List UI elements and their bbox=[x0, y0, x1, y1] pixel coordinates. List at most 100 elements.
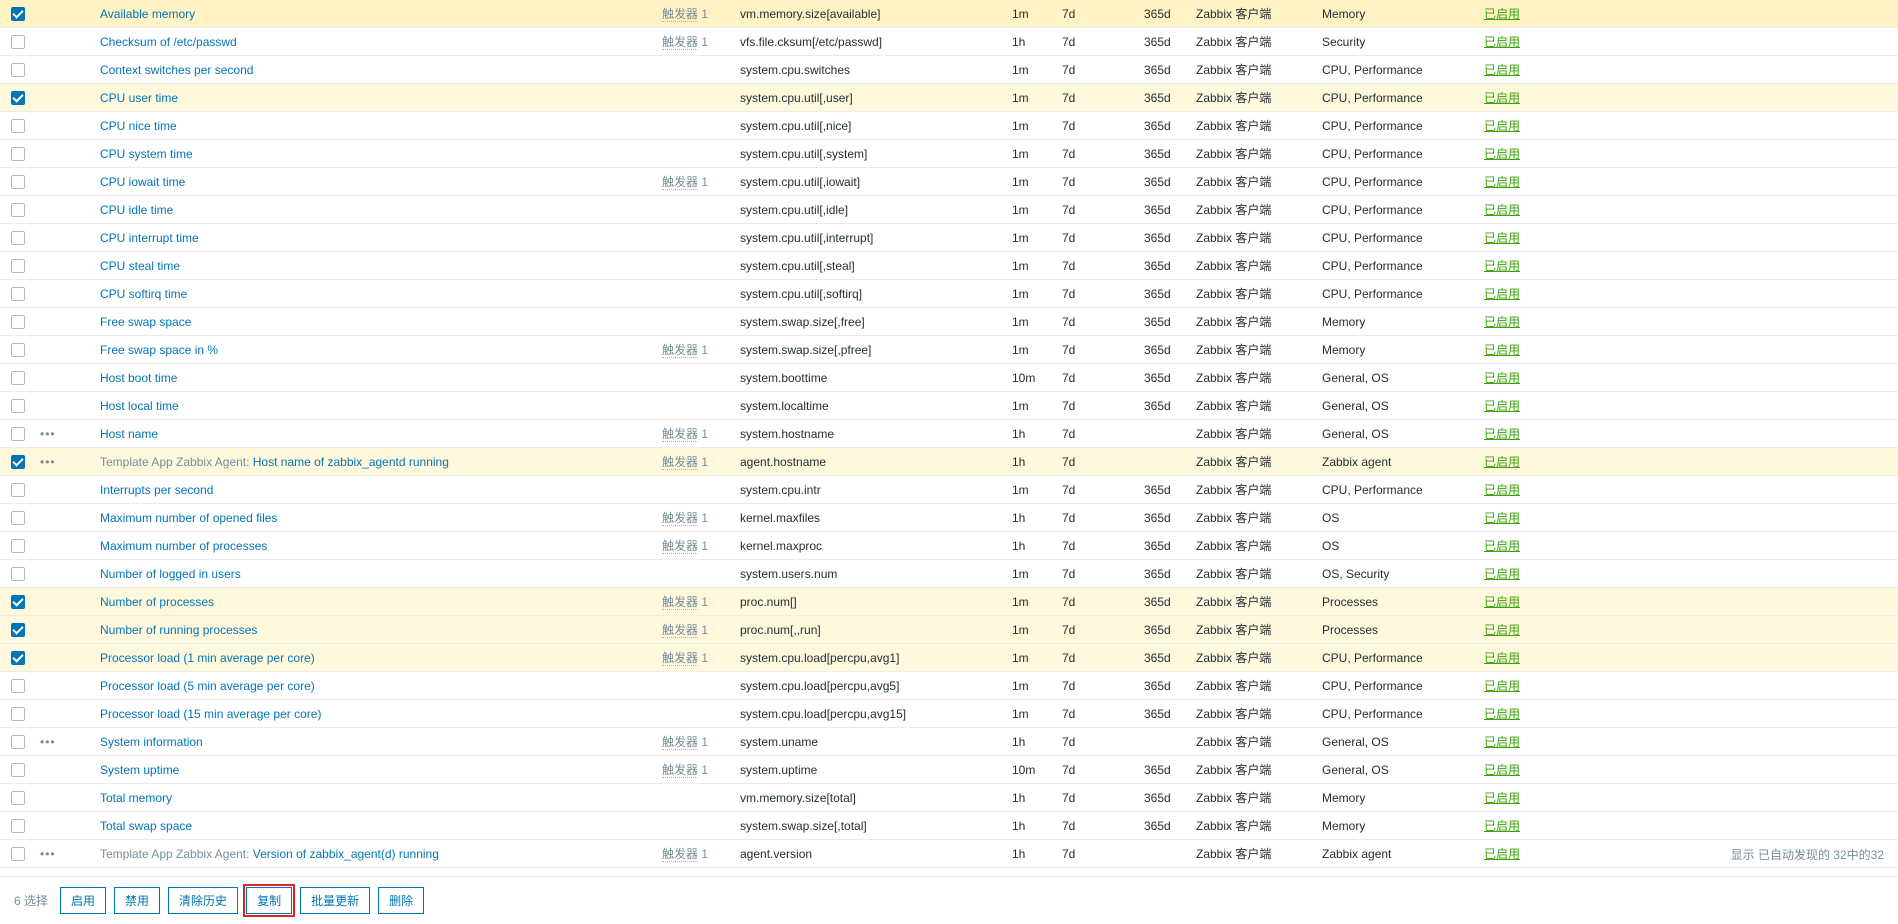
item-name-link[interactable]: Maximum number of opened files bbox=[100, 511, 277, 525]
status-link[interactable]: 已启用 bbox=[1484, 455, 1520, 469]
item-name-link[interactable]: Host name of zabbix_agentd running bbox=[253, 455, 449, 469]
row-checkbox[interactable] bbox=[11, 679, 25, 693]
wizard-icon[interactable]: ••• bbox=[40, 427, 56, 441]
row-checkbox[interactable] bbox=[11, 343, 25, 357]
row-checkbox[interactable] bbox=[11, 595, 25, 609]
status-link[interactable]: 已启用 bbox=[1484, 119, 1520, 133]
item-name-link[interactable]: Available memory bbox=[100, 7, 195, 21]
triggers-link[interactable]: 触发器 bbox=[662, 623, 698, 638]
item-name-link[interactable]: Host name bbox=[100, 427, 158, 441]
row-checkbox[interactable] bbox=[11, 35, 25, 49]
status-link[interactable]: 已启用 bbox=[1484, 707, 1520, 721]
row-checkbox[interactable] bbox=[11, 763, 25, 777]
status-link[interactable]: 已启用 bbox=[1484, 847, 1520, 861]
triggers-link[interactable]: 触发器 bbox=[662, 735, 698, 750]
row-checkbox[interactable] bbox=[11, 511, 25, 525]
item-name-link[interactable]: System information bbox=[100, 735, 203, 749]
status-link[interactable]: 已启用 bbox=[1484, 63, 1520, 77]
item-name-link[interactable]: Free swap space in % bbox=[100, 343, 218, 357]
status-link[interactable]: 已启用 bbox=[1484, 539, 1520, 553]
status-link[interactable]: 已启用 bbox=[1484, 427, 1520, 441]
status-link[interactable]: 已启用 bbox=[1484, 343, 1520, 357]
row-checkbox[interactable] bbox=[11, 91, 25, 105]
row-checkbox[interactable] bbox=[11, 119, 25, 133]
item-name-link[interactable]: Processor load (1 min average per core) bbox=[100, 651, 315, 665]
disable-button[interactable]: 禁用 bbox=[114, 887, 160, 914]
row-checkbox[interactable] bbox=[11, 567, 25, 581]
triggers-link[interactable]: 触发器 bbox=[662, 7, 698, 22]
delete-button[interactable]: 删除 bbox=[378, 887, 424, 914]
status-link[interactable]: 已启用 bbox=[1484, 595, 1520, 609]
status-link[interactable]: 已启用 bbox=[1484, 7, 1520, 21]
status-link[interactable]: 已启用 bbox=[1484, 287, 1520, 301]
row-checkbox[interactable] bbox=[11, 819, 25, 833]
item-name-link[interactable]: Total memory bbox=[100, 791, 172, 805]
row-checkbox[interactable] bbox=[11, 315, 25, 329]
triggers-link[interactable]: 触发器 bbox=[662, 175, 698, 190]
status-link[interactable]: 已启用 bbox=[1484, 735, 1520, 749]
item-name-link[interactable]: Maximum number of processes bbox=[100, 539, 267, 553]
item-name-link[interactable]: Interrupts per second bbox=[100, 483, 213, 497]
item-name-link[interactable]: Total swap space bbox=[100, 819, 192, 833]
status-link[interactable]: 已启用 bbox=[1484, 147, 1520, 161]
item-name-link[interactable]: CPU system time bbox=[100, 147, 193, 161]
item-name-link[interactable]: CPU idle time bbox=[100, 203, 173, 217]
item-name-link[interactable]: Version of zabbix_agent(d) running bbox=[253, 847, 439, 861]
row-checkbox[interactable] bbox=[11, 371, 25, 385]
item-name-link[interactable]: Number of logged in users bbox=[100, 567, 241, 581]
row-checkbox[interactable] bbox=[11, 483, 25, 497]
row-checkbox[interactable] bbox=[11, 287, 25, 301]
status-link[interactable]: 已启用 bbox=[1484, 511, 1520, 525]
row-checkbox[interactable] bbox=[11, 203, 25, 217]
triggers-link[interactable]: 触发器 bbox=[662, 343, 698, 358]
status-link[interactable]: 已启用 bbox=[1484, 567, 1520, 581]
triggers-link[interactable]: 触发器 bbox=[662, 511, 698, 526]
item-name-link[interactable]: Host local time bbox=[100, 399, 179, 413]
row-checkbox[interactable] bbox=[11, 259, 25, 273]
triggers-link[interactable]: 触发器 bbox=[662, 651, 698, 666]
triggers-link[interactable]: 触发器 bbox=[662, 763, 698, 778]
status-link[interactable]: 已启用 bbox=[1484, 371, 1520, 385]
row-checkbox[interactable] bbox=[11, 147, 25, 161]
item-name-link[interactable]: Number of running processes bbox=[100, 623, 257, 637]
wizard-icon[interactable]: ••• bbox=[40, 847, 56, 861]
row-checkbox[interactable] bbox=[11, 455, 25, 469]
triggers-link[interactable]: 触发器 bbox=[662, 595, 698, 610]
status-link[interactable]: 已启用 bbox=[1484, 623, 1520, 637]
row-checkbox[interactable] bbox=[11, 623, 25, 637]
item-name-link[interactable]: CPU user time bbox=[100, 91, 178, 105]
item-name-link[interactable]: CPU interrupt time bbox=[100, 231, 199, 245]
row-checkbox[interactable] bbox=[11, 63, 25, 77]
status-link[interactable]: 已启用 bbox=[1484, 679, 1520, 693]
item-name-link[interactable]: CPU iowait time bbox=[100, 175, 185, 189]
clear-history-button[interactable]: 清除历史 bbox=[168, 887, 238, 914]
status-link[interactable]: 已启用 bbox=[1484, 315, 1520, 329]
row-checkbox[interactable] bbox=[11, 707, 25, 721]
status-link[interactable]: 已启用 bbox=[1484, 763, 1520, 777]
row-checkbox[interactable] bbox=[11, 7, 25, 21]
item-name-link[interactable]: System uptime bbox=[100, 763, 179, 777]
row-checkbox[interactable] bbox=[11, 539, 25, 553]
row-checkbox[interactable] bbox=[11, 427, 25, 441]
item-name-link[interactable]: CPU nice time bbox=[100, 119, 177, 133]
item-name-link[interactable]: CPU steal time bbox=[100, 259, 180, 273]
item-name-link[interactable]: Number of processes bbox=[100, 595, 214, 609]
copy-button[interactable]: 复制 bbox=[246, 887, 292, 914]
mass-update-button[interactable]: 批量更新 bbox=[300, 887, 370, 914]
status-link[interactable]: 已启用 bbox=[1484, 819, 1520, 833]
row-checkbox[interactable] bbox=[11, 399, 25, 413]
item-name-link[interactable]: Processor load (5 min average per core) bbox=[100, 679, 315, 693]
row-checkbox[interactable] bbox=[11, 847, 25, 861]
row-checkbox[interactable] bbox=[11, 175, 25, 189]
status-link[interactable]: 已启用 bbox=[1484, 203, 1520, 217]
status-link[interactable]: 已启用 bbox=[1484, 399, 1520, 413]
row-checkbox[interactable] bbox=[11, 231, 25, 245]
wizard-icon[interactable]: ••• bbox=[40, 735, 56, 749]
status-link[interactable]: 已启用 bbox=[1484, 259, 1520, 273]
item-name-link[interactable]: Checksum of /etc/passwd bbox=[100, 35, 237, 49]
triggers-link[interactable]: 触发器 bbox=[662, 455, 698, 470]
status-link[interactable]: 已启用 bbox=[1484, 791, 1520, 805]
item-name-link[interactable]: Context switches per second bbox=[100, 63, 253, 77]
row-checkbox[interactable] bbox=[11, 651, 25, 665]
item-name-link[interactable]: CPU softirq time bbox=[100, 287, 187, 301]
